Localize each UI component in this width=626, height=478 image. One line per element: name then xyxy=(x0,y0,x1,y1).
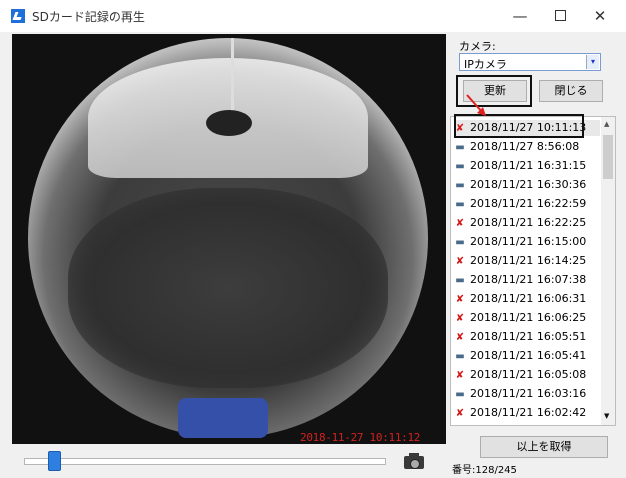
record-item[interactable]: ✘ 2018/11/21 16:05:51 xyxy=(454,329,600,345)
record-item[interactable]: ✘ 2018/11/21 16:14:25 xyxy=(454,253,600,269)
alarm-icon: ✘ xyxy=(455,332,465,343)
floor-object xyxy=(178,398,268,438)
record-list[interactable]: ✘ 2018/11/27 10:11:13 ▬ 2018/11/27 8:56:08 ▬… xyxy=(450,116,616,426)
window-title: SDカード記録の再生 xyxy=(32,10,145,24)
record-item[interactable]: ▬ 2018/11/21 16:31:15 xyxy=(454,158,600,174)
recording-icon: ▬ xyxy=(455,389,465,400)
chevron-down-icon[interactable]: ▾ xyxy=(586,55,599,69)
camera-lens-icon xyxy=(410,459,420,469)
recording-icon: ▬ xyxy=(455,237,465,248)
seek-bar[interactable] xyxy=(24,458,386,465)
alarm-icon: ✘ xyxy=(455,408,465,419)
record-item[interactable]: ▬ 2018/11/27 8:56:08 xyxy=(454,139,600,155)
alarm-icon: ✘ xyxy=(454,425,466,426)
maximize-button[interactable] xyxy=(545,4,575,28)
room-interior xyxy=(68,188,388,388)
fetch-more-button[interactable]: 以上を取得 xyxy=(480,436,608,458)
close-button[interactable]: 閉じる xyxy=(539,80,603,102)
record-time: 2018/11/21 16:01:55 xyxy=(470,425,586,426)
record-item[interactable]: ✘ 2018/11/21 16:05:08 xyxy=(454,367,600,383)
title-bar: SDカード記録の再生 — ✕ xyxy=(0,0,626,32)
record-item[interactable]: ✘ 2018/11/21 16:06:25 xyxy=(454,310,600,326)
alarm-icon: ✘ xyxy=(455,313,465,324)
record-time: 2018/11/21 16:30:36 xyxy=(470,178,587,191)
recording-icon: ▬ xyxy=(455,161,465,172)
video-timestamp: 2018-11-27 10:11:12 xyxy=(300,431,421,444)
record-time: 2018/11/21 16:06:31 xyxy=(470,292,587,305)
record-time: 2018/11/21 16:31:15 xyxy=(470,159,587,172)
fisheye-image xyxy=(28,38,428,438)
camera-label: カメラ: xyxy=(459,40,496,53)
red-arrow-annotation xyxy=(466,94,486,116)
record-time: 2018/11/27 8:56:08 xyxy=(470,140,580,153)
maximize-icon xyxy=(554,10,566,21)
record-time: 2018/11/21 16:05:08 xyxy=(470,368,587,381)
record-item[interactable]: ▬ 2018/11/21 16:03:16 xyxy=(454,386,600,402)
scroll-thumb[interactable] xyxy=(603,135,613,179)
record-item[interactable]: ▬ 2018/11/21 16:07:38 xyxy=(454,272,600,288)
record-time: 2018/11/21 16:05:41 xyxy=(470,349,587,362)
alarm-icon: ✘ xyxy=(455,370,465,381)
camera-select-value: IPカメラ xyxy=(464,58,507,71)
camera-cable xyxy=(231,38,234,114)
record-item[interactable]: ▬ 2018/11/21 16:15:00 xyxy=(454,234,600,250)
record-time: 2018/11/21 16:06:25 xyxy=(470,311,587,324)
record-time: 2018/11/21 16:22:25 xyxy=(470,216,587,229)
record-time: 2018/11/21 16:15:00 xyxy=(470,235,587,248)
camera-mount xyxy=(206,110,252,136)
scroll-up-icon[interactable]: ▲ xyxy=(604,120,609,128)
alarm-icon: ✘ xyxy=(455,294,465,305)
scroll-down-icon[interactable]: ▼ xyxy=(604,412,609,420)
record-item[interactable]: ▬ 2018/11/21 16:22:59 xyxy=(454,196,600,212)
recording-icon: ▬ xyxy=(455,275,465,286)
minimize-button[interactable]: — xyxy=(505,4,535,28)
record-time: 2018/11/21 16:02:42 xyxy=(470,406,587,419)
camera-select[interactable]: IPカメラ ▾ xyxy=(459,53,601,71)
close-window-button[interactable]: ✕ xyxy=(585,4,615,28)
recording-icon: ▬ xyxy=(455,142,465,153)
record-counter: 番号:128/245 xyxy=(452,465,517,476)
alarm-icon: ✘ xyxy=(455,256,465,267)
alarm-icon: ✘ xyxy=(455,218,465,229)
record-time: 2018/11/21 16:05:51 xyxy=(470,330,587,343)
video-viewport[interactable]: 2018-11-27 10:11:12 xyxy=(12,34,446,444)
snapshot-button[interactable] xyxy=(403,451,425,471)
record-item[interactable]: ✘ 2018/11/21 16:02:42 xyxy=(454,405,600,421)
record-item[interactable]: ✘ 2018/11/21 16:06:31 xyxy=(454,291,600,307)
record-item[interactable]: ▬ 2018/11/21 16:30:36 xyxy=(454,177,600,193)
record-item[interactable]: ▬ 2018/11/21 16:05:41 xyxy=(454,348,600,364)
record-item[interactable]: ✘ 2018/11/21 16:01:55 xyxy=(454,424,600,426)
record-time: 2018/11/21 16:22:59 xyxy=(470,197,587,210)
seek-thumb[interactable] xyxy=(47,451,61,471)
record-time: 2018/11/21 16:03:16 xyxy=(470,387,587,400)
recording-icon: ▬ xyxy=(455,180,465,191)
recording-icon: ▬ xyxy=(455,351,465,362)
app-icon xyxy=(11,9,25,23)
record-item[interactable]: ✘ 2018/11/21 16:22:25 xyxy=(454,215,600,231)
record-time: 2018/11/21 16:14:25 xyxy=(470,254,587,267)
recording-icon: ▬ xyxy=(455,199,465,210)
record-time: 2018/11/21 16:07:38 xyxy=(470,273,587,286)
